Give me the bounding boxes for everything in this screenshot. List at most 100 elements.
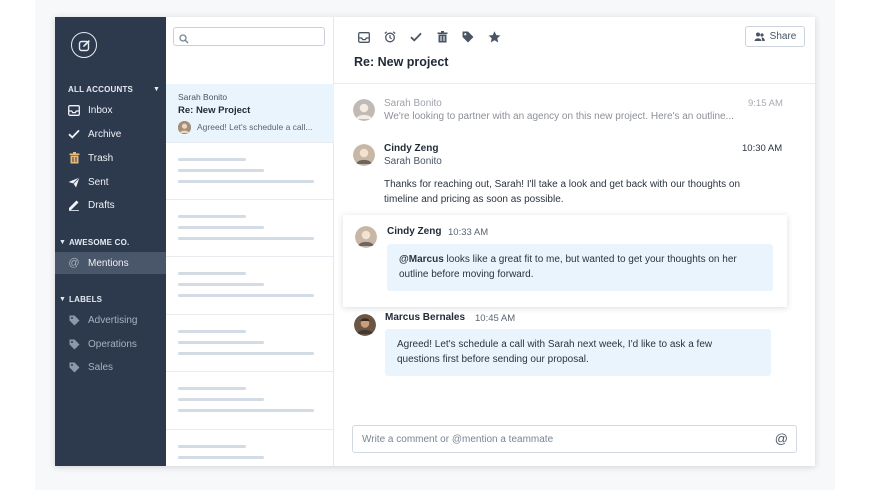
placeholder-bar	[178, 237, 314, 240]
placeholder-bar	[178, 398, 264, 401]
app-window: ALL ACCOUNTS ▼ Inbox Archive Trash Sent …	[55, 17, 815, 466]
message-toolbar	[356, 29, 502, 45]
conversation-item-selected[interactable]: Sarah Bonito Re: New Project Agreed! Let…	[166, 84, 334, 142]
trash-icon	[67, 151, 81, 165]
sidebar-item-inbox[interactable]: Inbox	[55, 99, 166, 121]
labels-label: LABELS	[69, 294, 103, 304]
placeholder-bar	[178, 272, 246, 275]
placeholder-bar	[178, 456, 264, 459]
check-icon	[67, 127, 81, 141]
caret-down-icon: ▼	[153, 85, 161, 93]
message-sender: Sarah Bonito	[384, 98, 442, 109]
message-preview: We're looking to partner with an agency …	[384, 111, 734, 122]
comment-text-line: questions first before sending our propo…	[397, 354, 589, 365]
placeholder-bar	[178, 215, 246, 218]
comment-text-line: outline before moving forward.	[399, 269, 534, 280]
divider	[166, 256, 334, 257]
labels-header[interactable]: ▼ LABELS	[55, 291, 166, 307]
tag-icon	[67, 337, 81, 351]
sidebar-item-label: Inbox	[88, 104, 113, 116]
conversation-from: Sarah Bonito	[178, 92, 228, 102]
avatar	[353, 99, 375, 121]
divider	[166, 199, 334, 200]
team-label: AWESOME CO.	[69, 237, 130, 247]
sidebar-item-archive[interactable]: Archive	[55, 123, 166, 145]
inbox-icon	[67, 103, 81, 117]
conversation-snippet: Agreed! Let's schedule a call...	[197, 122, 313, 132]
message-pane: Share Re: New project Sarah Bonito 9:15 …	[334, 17, 815, 466]
placeholder-bar	[178, 158, 246, 161]
thread-title: Re: New project	[354, 55, 449, 69]
all-accounts-header[interactable]: ALL ACCOUNTS ▼	[55, 81, 166, 97]
sidebar-label-sales[interactable]: Sales	[55, 356, 166, 378]
sidebar-item-mentions[interactable]: @ Mentions	[55, 252, 166, 274]
avatar	[355, 226, 377, 248]
list-item-placeholder[interactable]	[178, 330, 328, 390]
search-icon	[179, 31, 189, 49]
avatar	[178, 121, 191, 134]
team-header[interactable]: ▼ AWESOME CO.	[55, 234, 166, 250]
list-item-placeholder[interactable]	[178, 215, 328, 275]
message-body-line: timeline and pricing as soon as possible…	[384, 194, 564, 205]
placeholder-bar	[178, 294, 314, 297]
mention-tag[interactable]: @Marcus	[399, 254, 444, 265]
list-item-placeholder[interactable]	[178, 445, 328, 466]
sidebar-item-drafts[interactable]: Drafts	[55, 194, 166, 216]
message-recipient: Sarah Bonito	[384, 156, 442, 167]
all-accounts-label: ALL ACCOUNTS	[68, 84, 134, 94]
avatar	[353, 144, 375, 166]
sidebar-item-label: Drafts	[88, 199, 115, 211]
placeholder-bar	[178, 352, 314, 355]
message-time: 9:15 AM	[748, 98, 783, 109]
comment-time: 10:33 AM	[448, 227, 489, 238]
alarm-clock-icon[interactable]	[382, 29, 398, 45]
divider	[166, 314, 334, 315]
avatar	[354, 314, 376, 336]
placeholder-bar	[178, 169, 264, 172]
sidebar-item-label: Sent	[88, 176, 109, 188]
comment-placeholder: Write a comment or @mention a teammate	[362, 434, 554, 445]
sidebar-item-label: Trash	[88, 152, 114, 164]
sidebar-item-sent[interactable]: Sent	[55, 171, 166, 193]
sidebar-item-trash[interactable]: Trash	[55, 147, 166, 169]
caret-down-icon: ▼	[59, 238, 67, 246]
placeholder-bar	[178, 409, 314, 412]
conversation-list: Sarah Bonito Re: New Project Agreed! Let…	[166, 17, 334, 466]
share-button[interactable]: Share	[745, 26, 805, 47]
inbox-icon[interactable]	[356, 29, 372, 45]
trash-icon[interactable]	[434, 29, 450, 45]
pencil-icon	[67, 198, 81, 212]
conversation-subject: Re: New Project	[178, 105, 251, 116]
comment-text-line: Agreed! Let's schedule a call with Sarah…	[397, 339, 713, 350]
sidebar-item-label: Advertising	[88, 314, 138, 326]
list-item-placeholder[interactable]	[178, 387, 328, 447]
comment-author: Marcus Bernales	[385, 312, 466, 323]
divider	[334, 83, 815, 84]
list-item-placeholder[interactable]	[178, 272, 328, 332]
comment-time: 10:45 AM	[475, 313, 516, 324]
comment-text-line: looks like a great fit to me, but wanted…	[443, 254, 737, 265]
sidebar: ALL ACCOUNTS ▼ Inbox Archive Trash Sent …	[55, 17, 166, 466]
divider	[166, 371, 334, 372]
compose-icon	[78, 39, 90, 51]
comment-input[interactable]: Write a comment or @mention a teammate @	[352, 425, 797, 453]
star-icon[interactable]	[486, 29, 502, 45]
placeholder-bar	[178, 445, 246, 448]
check-icon[interactable]	[408, 29, 424, 45]
placeholder-bar	[178, 387, 246, 390]
message-time: 10:30 AM	[742, 143, 783, 154]
placeholder-bar	[178, 283, 264, 286]
tag-icon	[67, 313, 81, 327]
at-icon[interactable]: @	[775, 431, 788, 446]
compose-button[interactable]	[71, 32, 97, 58]
search-input[interactable]	[173, 27, 325, 46]
comment-author: Cindy Zeng	[387, 226, 442, 237]
placeholder-bar	[178, 330, 246, 333]
users-icon	[754, 32, 765, 41]
sidebar-label-operations[interactable]: Operations	[55, 333, 166, 355]
comment-card-highlighted: Cindy Zeng 10:33 AM @Marcus looks like a…	[343, 215, 787, 307]
list-item-placeholder[interactable]	[178, 158, 328, 218]
divider	[166, 429, 334, 430]
sidebar-label-advertising[interactable]: Advertising	[55, 309, 166, 331]
tag-icon[interactable]	[460, 29, 476, 45]
